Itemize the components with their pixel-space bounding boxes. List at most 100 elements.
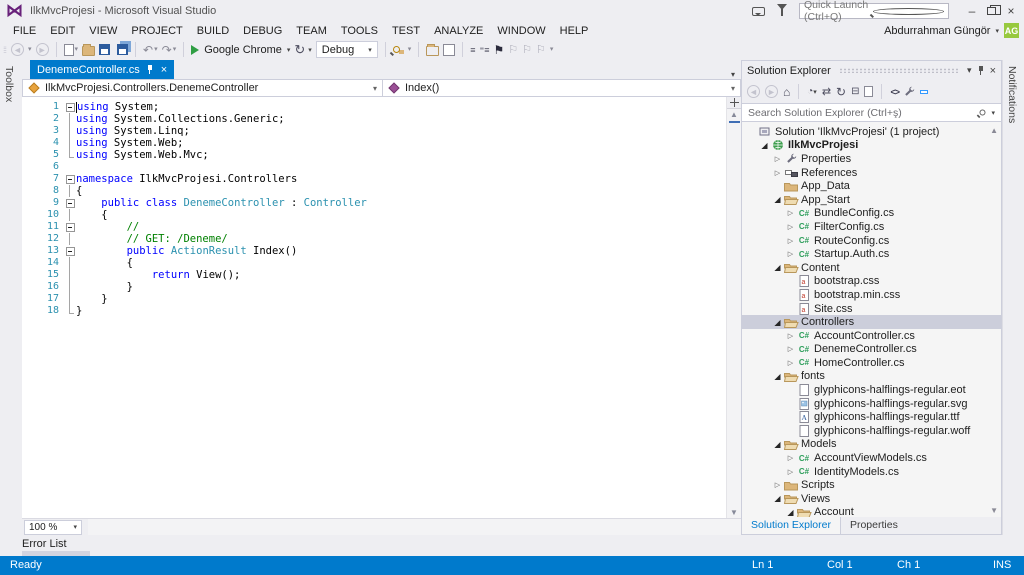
expand-arrow-icon[interactable]: ▷: [785, 454, 796, 462]
tree-item-solution-ilkmvcprojesi-1-project[interactable]: Solution 'IlkMvcProjesi' (1 project): [742, 125, 1001, 139]
solution-search-input[interactable]: Search Solution Explorer (Ctrl+ş) ▾: [742, 103, 1001, 122]
new-file-button[interactable]: ▾: [64, 43, 79, 57]
collapse-all-icon[interactable]: ⊟: [851, 85, 859, 99]
preview-selected-toggle-icon[interactable]: [920, 90, 928, 94]
refresh-icon[interactable]: ↻: [836, 85, 846, 99]
find-in-files-icon[interactable]: [393, 46, 404, 54]
save-icon[interactable]: [99, 44, 110, 55]
menu-item-view[interactable]: VIEW: [82, 24, 124, 38]
scroll-down-icon[interactable]: ▼: [730, 507, 738, 518]
member-dropdown[interactable]: Index() ▾: [383, 80, 740, 96]
status-insert-mode[interactable]: INS: [993, 559, 1011, 571]
tree-item-routeconfig-cs[interactable]: ▷C#RouteConfig.cs: [742, 234, 1001, 248]
forward-icon[interactable]: ►: [765, 85, 778, 98]
tree-item-identitymodels-cs[interactable]: ▷C#IdentityModels.cs: [742, 465, 1001, 479]
undo-button[interactable]: ↶▾: [143, 43, 158, 57]
notifications-tab[interactable]: Notifications: [1003, 60, 1021, 129]
code-line[interactable]: 3using System.Linq;: [22, 125, 726, 137]
collapse-arrow-icon[interactable]: ◢: [772, 318, 783, 327]
code-line[interactable]: 5using System.Web.Mvc;: [22, 149, 726, 161]
scroll-up-icon[interactable]: ▲: [730, 109, 738, 120]
status-column[interactable]: Col 1: [827, 559, 853, 571]
menu-item-edit[interactable]: EDIT: [43, 24, 82, 38]
pending-filter-icon[interactable]: ◔▾: [807, 85, 817, 99]
fold-collapse-icon[interactable]: [64, 245, 76, 257]
expand-arrow-icon[interactable]: ▷: [785, 345, 796, 353]
expand-arrow-icon[interactable]: ▷: [772, 169, 783, 177]
editor-horizontal-scrollbar[interactable]: [88, 519, 741, 535]
close-icon[interactable]: ×: [161, 64, 167, 76]
document-list-dropdown-icon[interactable]: ▾: [731, 70, 735, 79]
tree-item-ilkmvcprojesi[interactable]: ◢IlkMvcProjesi: [742, 139, 1001, 153]
solution-configuration-combo[interactable]: Debug ▾: [316, 41, 378, 58]
code-line[interactable]: 1using System;: [22, 101, 726, 113]
collapse-arrow-icon[interactable]: ◢: [772, 372, 783, 381]
collapse-arrow-icon[interactable]: ◢: [772, 440, 783, 449]
start-debug-button[interactable]: Google Chrome ▾: [191, 44, 290, 56]
tree-item-fonts[interactable]: ◢fonts: [742, 370, 1001, 384]
code-line[interactable]: 15 return View();: [22, 269, 726, 281]
tree-scroll-up-icon[interactable]: ▲: [990, 126, 998, 135]
editor-vertical-scrollbar[interactable]: ▲ ▼: [726, 97, 741, 518]
expand-arrow-icon[interactable]: ▷: [785, 332, 796, 340]
tree-scroll-down-icon[interactable]: ▼: [990, 506, 998, 515]
collapse-arrow-icon[interactable]: ◢: [772, 494, 783, 503]
expand-arrow-icon[interactable]: ▷: [785, 250, 796, 258]
expand-arrow-icon[interactable]: ▷: [785, 359, 796, 367]
notifications-flag-icon[interactable]: [777, 4, 787, 15]
fold-collapse-icon[interactable]: [64, 221, 76, 233]
collapse-arrow-icon[interactable]: ◢: [759, 141, 770, 150]
tree-item-accountviewmodels-cs[interactable]: ▷C#AccountViewModels.cs: [742, 451, 1001, 465]
expand-arrow-icon[interactable]: ▷: [772, 155, 783, 163]
tree-item-glyphicons-halflings-regular-ttf[interactable]: Aglyphicons-halflings-regular.ttf: [742, 410, 1001, 424]
save-all-icon[interactable]: [117, 44, 128, 55]
close-icon[interactable]: ×: [990, 65, 996, 77]
code-editor[interactable]: 1using System;2using System.Collections.…: [22, 97, 741, 518]
tree-item-accountcontroller-cs[interactable]: ▷C#AccountController.cs: [742, 329, 1001, 343]
tree-item-models[interactable]: ◢Models: [742, 438, 1001, 452]
previous-bookmark-icon[interactable]: ⚐: [508, 43, 518, 56]
tree-item-scripts[interactable]: ▷Scripts: [742, 478, 1001, 492]
indent-decrease-icon[interactable]: ≡: [470, 43, 475, 57]
tool-window-tab-solution-explorer[interactable]: Solution Explorer: [742, 517, 841, 534]
code-line[interactable]: 16 }: [22, 281, 726, 293]
code-line[interactable]: 17 }: [22, 293, 726, 305]
status-character[interactable]: Ch 1: [897, 559, 920, 571]
error-list-tab[interactable]: Error List: [22, 538, 67, 550]
fold-collapse-icon[interactable]: [64, 173, 76, 185]
expand-arrow-icon[interactable]: ▷: [785, 237, 796, 245]
expand-arrow-icon[interactable]: ▷: [785, 223, 796, 231]
menu-item-tools[interactable]: TOOLS: [334, 24, 385, 38]
bookmark-icon[interactable]: ⚑: [494, 43, 505, 57]
navigate-forward-icon[interactable]: ►: [36, 43, 49, 56]
tree-item-account[interactable]: ◢Account: [742, 506, 1001, 517]
pin-icon[interactable]: [147, 65, 154, 74]
menu-item-debug[interactable]: DEBUG: [236, 24, 289, 38]
tree-item-controllers[interactable]: ◢Controllers: [742, 315, 1001, 329]
feedback-icon[interactable]: [752, 7, 765, 16]
menu-item-help[interactable]: HELP: [553, 24, 596, 38]
quick-launch-input[interactable]: Quick Launch (Ctrl+Q): [799, 3, 949, 19]
code-line[interactable]: 7namespace IlkMvcProjesi.Controllers: [22, 173, 726, 185]
menu-item-file[interactable]: FILE: [6, 24, 43, 38]
navigate-back-icon[interactable]: ◄: [11, 43, 24, 56]
properties-wrench-icon[interactable]: [904, 86, 915, 97]
zoom-combo[interactable]: 100 % ▾: [24, 520, 82, 535]
expand-arrow-icon[interactable]: ▷: [772, 481, 783, 489]
tree-item-views[interactable]: ◢Views: [742, 492, 1001, 506]
menu-item-project[interactable]: PROJECT: [124, 24, 189, 38]
tree-item-bootstrap-css[interactable]: abootstrap.css: [742, 275, 1001, 289]
code-line[interactable]: 10 {: [22, 209, 726, 221]
code-lines[interactable]: 1using System;2using System.Collections.…: [22, 97, 726, 518]
collapse-arrow-icon[interactable]: ◢: [785, 508, 796, 517]
code-line[interactable]: 18}: [22, 305, 726, 317]
close-button[interactable]: ×: [1004, 4, 1018, 18]
tree-item-app-start[interactable]: ◢App_Start: [742, 193, 1001, 207]
back-icon[interactable]: ◄: [747, 85, 760, 98]
fold-collapse-icon[interactable]: [64, 197, 76, 209]
tool-window-tab-properties[interactable]: Properties: [841, 517, 907, 534]
toolbar-overflow-icon[interactable]: ▾: [408, 43, 412, 57]
toolbox-tab[interactable]: Toolbox: [0, 60, 18, 108]
code-line[interactable]: 2using System.Collections.Generic;: [22, 113, 726, 125]
menu-item-build[interactable]: BUILD: [190, 24, 236, 38]
